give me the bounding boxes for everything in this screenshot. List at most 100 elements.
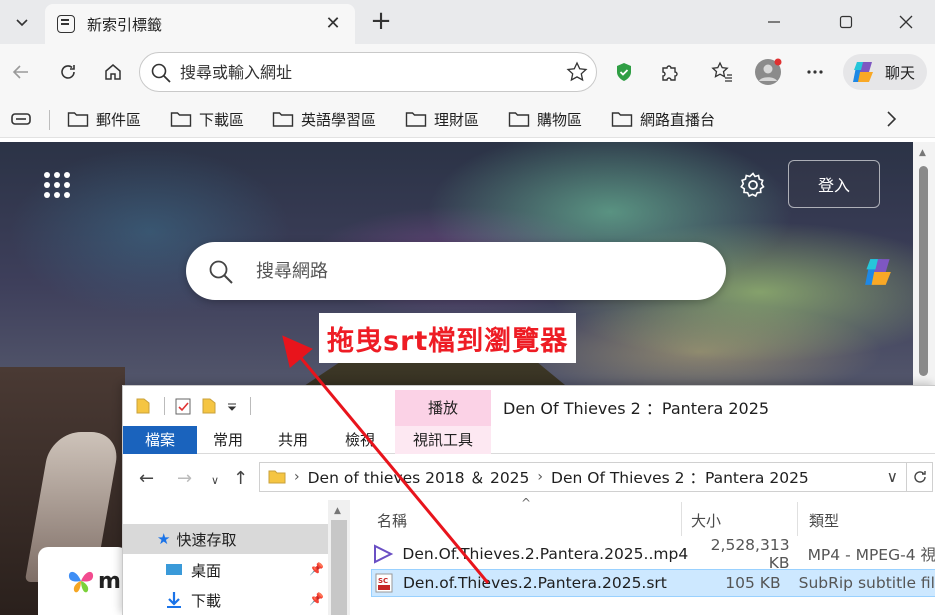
web-search-input[interactable] — [256, 260, 636, 282]
signin-button[interactable]: 登入 — [788, 160, 880, 208]
address-path[interactable]: › Den of thieves 2018 ＆ 2025 › Den Of Th… — [259, 462, 907, 492]
ribbon-tab-share[interactable]: 共用 — [264, 426, 322, 454]
nav-quick-access[interactable]: ★ 快速存取 — [123, 524, 328, 554]
nav-item-label: 下載 — [191, 591, 222, 610]
toolbar-separator — [250, 397, 251, 415]
bookmark-folder[interactable]: 英語學習區 — [272, 108, 376, 130]
gear-icon[interactable] — [739, 171, 767, 199]
apps-launcher-icon[interactable] — [44, 172, 70, 198]
chevron-right-icon[interactable] — [884, 109, 898, 129]
bookmark-label: 理財區 — [434, 110, 480, 129]
card-letter: m — [98, 568, 121, 594]
download-icon — [167, 592, 181, 608]
copilot-chat-button[interactable]: 聊天 — [843, 54, 927, 90]
minimize-button[interactable] — [751, 6, 797, 38]
recent-locations-icon[interactable]: ∨ — [211, 474, 219, 487]
maximize-icon — [839, 15, 853, 29]
folder-icon — [136, 398, 150, 414]
profile-button[interactable] — [753, 57, 783, 87]
folder-icon — [67, 112, 89, 127]
path-segment[interactable]: Den Of Thieves 2 ：Pantera 2025 — [551, 466, 809, 488]
column-header-type[interactable]: 類型 — [809, 510, 839, 531]
tab-actions-button[interactable] — [6, 6, 38, 38]
file-row-selected[interactable]: SC Den.of.Thieves.2.Pantera.2025.srt 105… — [371, 569, 935, 597]
collections-icon[interactable] — [10, 110, 32, 128]
scroll-up-icon[interactable]: ▲ — [334, 506, 341, 516]
path-dropdown-icon[interactable]: ∨ — [887, 468, 898, 486]
nav-item-desktop[interactable]: 桌面 — [165, 556, 221, 584]
new-tab-button[interactable]: + — [366, 6, 396, 36]
refresh-icon — [913, 471, 926, 483]
close-window-button[interactable] — [883, 6, 929, 38]
file-row[interactable]: Den.Of.Thieves.2.Pantera.2025..mp4 2,528… — [371, 536, 935, 572]
ribbon-tab-video-tools[interactable]: 視訊工具 — [395, 426, 491, 454]
web-search-box[interactable] — [186, 242, 891, 300]
address-input[interactable] — [180, 62, 540, 82]
column-header-name[interactable]: 名稱 — [377, 510, 407, 531]
more-menu-button[interactable] — [800, 57, 830, 87]
puzzle-icon — [662, 65, 678, 81]
instruction-annotation: 拖曳srt檔到瀏覽器 — [319, 313, 577, 363]
up-arrow-icon[interactable]: ↑ — [233, 468, 248, 489]
folder-icon — [405, 112, 427, 127]
nav-item-downloads[interactable]: 下載 — [165, 586, 221, 614]
bookmark-folder[interactable]: 下載區 — [170, 108, 244, 130]
back-arrow-icon[interactable]: ← — [139, 468, 154, 489]
close-icon[interactable]: ✕ — [323, 14, 343, 34]
star-icon: ★ — [157, 530, 171, 548]
extensions-button[interactable] — [655, 57, 685, 87]
bookmark-folder[interactable]: 郵件區 — [67, 108, 141, 130]
svg-text:SC: SC — [378, 577, 388, 585]
more-icon — [807, 70, 823, 74]
forward-arrow-icon[interactable]: → — [177, 468, 192, 489]
toolbar-separator — [164, 397, 165, 415]
pin-icon[interactable]: 📌 — [309, 562, 324, 576]
nav-pane-scrollbar[interactable]: ▲ — [328, 500, 350, 615]
explorer-refresh-button[interactable] — [907, 462, 933, 492]
scroll-thumb[interactable] — [331, 520, 347, 615]
scroll-up-icon[interactable]: ▲ — [919, 148, 926, 158]
browser-essentials-button[interactable] — [609, 57, 639, 87]
favorites-button[interactable] — [707, 57, 737, 87]
home-icon — [105, 64, 121, 80]
folder-icon — [611, 112, 633, 127]
scroll-thumb[interactable] — [919, 166, 928, 376]
browser-tab[interactable]: 新索引標籤 ✕ — [45, 4, 355, 44]
new-tab-icon — [57, 15, 75, 33]
ribbon-tab-view[interactable]: 檢視 — [331, 426, 389, 454]
path-segment[interactable]: Den of thieves 2018 ＆ 2025 — [308, 466, 530, 488]
column-separator[interactable] — [797, 502, 798, 536]
bookmark-folder[interactable]: 購物區 — [508, 108, 582, 130]
window-title: Den Of Thieves 2 ：Pantera 2025 — [503, 399, 770, 418]
properties-icon[interactable] — [174, 397, 192, 415]
star-icon[interactable] — [566, 61, 588, 83]
home-button[interactable] — [98, 57, 128, 87]
refresh-button[interactable] — [53, 57, 83, 87]
pin-icon[interactable]: 📌 — [309, 592, 324, 606]
address-bar[interactable] — [139, 52, 597, 92]
play-context-tab[interactable]: 播放 — [395, 390, 491, 426]
file-name: Den.of.Thieves.2.Pantera.2025.srt — [403, 574, 667, 592]
quick-access-toolbar: 播放 Den Of Thieves 2 ：Pantera 2025 — [123, 386, 935, 426]
maximize-button[interactable] — [823, 6, 869, 38]
bookmarks-separator — [49, 110, 50, 130]
nav-item-label: 桌面 — [191, 561, 222, 580]
file-type: MP4 - MPEG-4 視 — [807, 546, 935, 564]
ribbon-tab-file[interactable]: 檔案 — [123, 426, 197, 454]
customize-toolbar-icon[interactable] — [227, 402, 237, 412]
column-separator[interactable] — [681, 502, 682, 536]
file-type: SubRip subtitle fil — [798, 574, 935, 592]
column-header-size[interactable]: 大小 — [691, 510, 721, 531]
bookmark-folder[interactable]: 理財區 — [405, 108, 479, 130]
file-explorer-window: 播放 Den Of Thieves 2 ：Pantera 2025 檔案 常用 … — [122, 385, 935, 615]
back-button[interactable] — [6, 57, 36, 87]
new-folder-icon[interactable] — [201, 397, 217, 415]
folder-icon — [272, 112, 294, 127]
copilot-icon[interactable] — [858, 254, 898, 290]
chat-label: 聊天 — [885, 63, 916, 82]
bookmark-label: 下載區 — [199, 110, 245, 129]
srt-file-icon: SC — [372, 573, 395, 593]
microsoft-start-card[interactable]: m — [38, 547, 128, 615]
bookmark-folder[interactable]: 網路直播台 — [611, 108, 715, 130]
ribbon-tab-home[interactable]: 常用 — [197, 426, 259, 454]
